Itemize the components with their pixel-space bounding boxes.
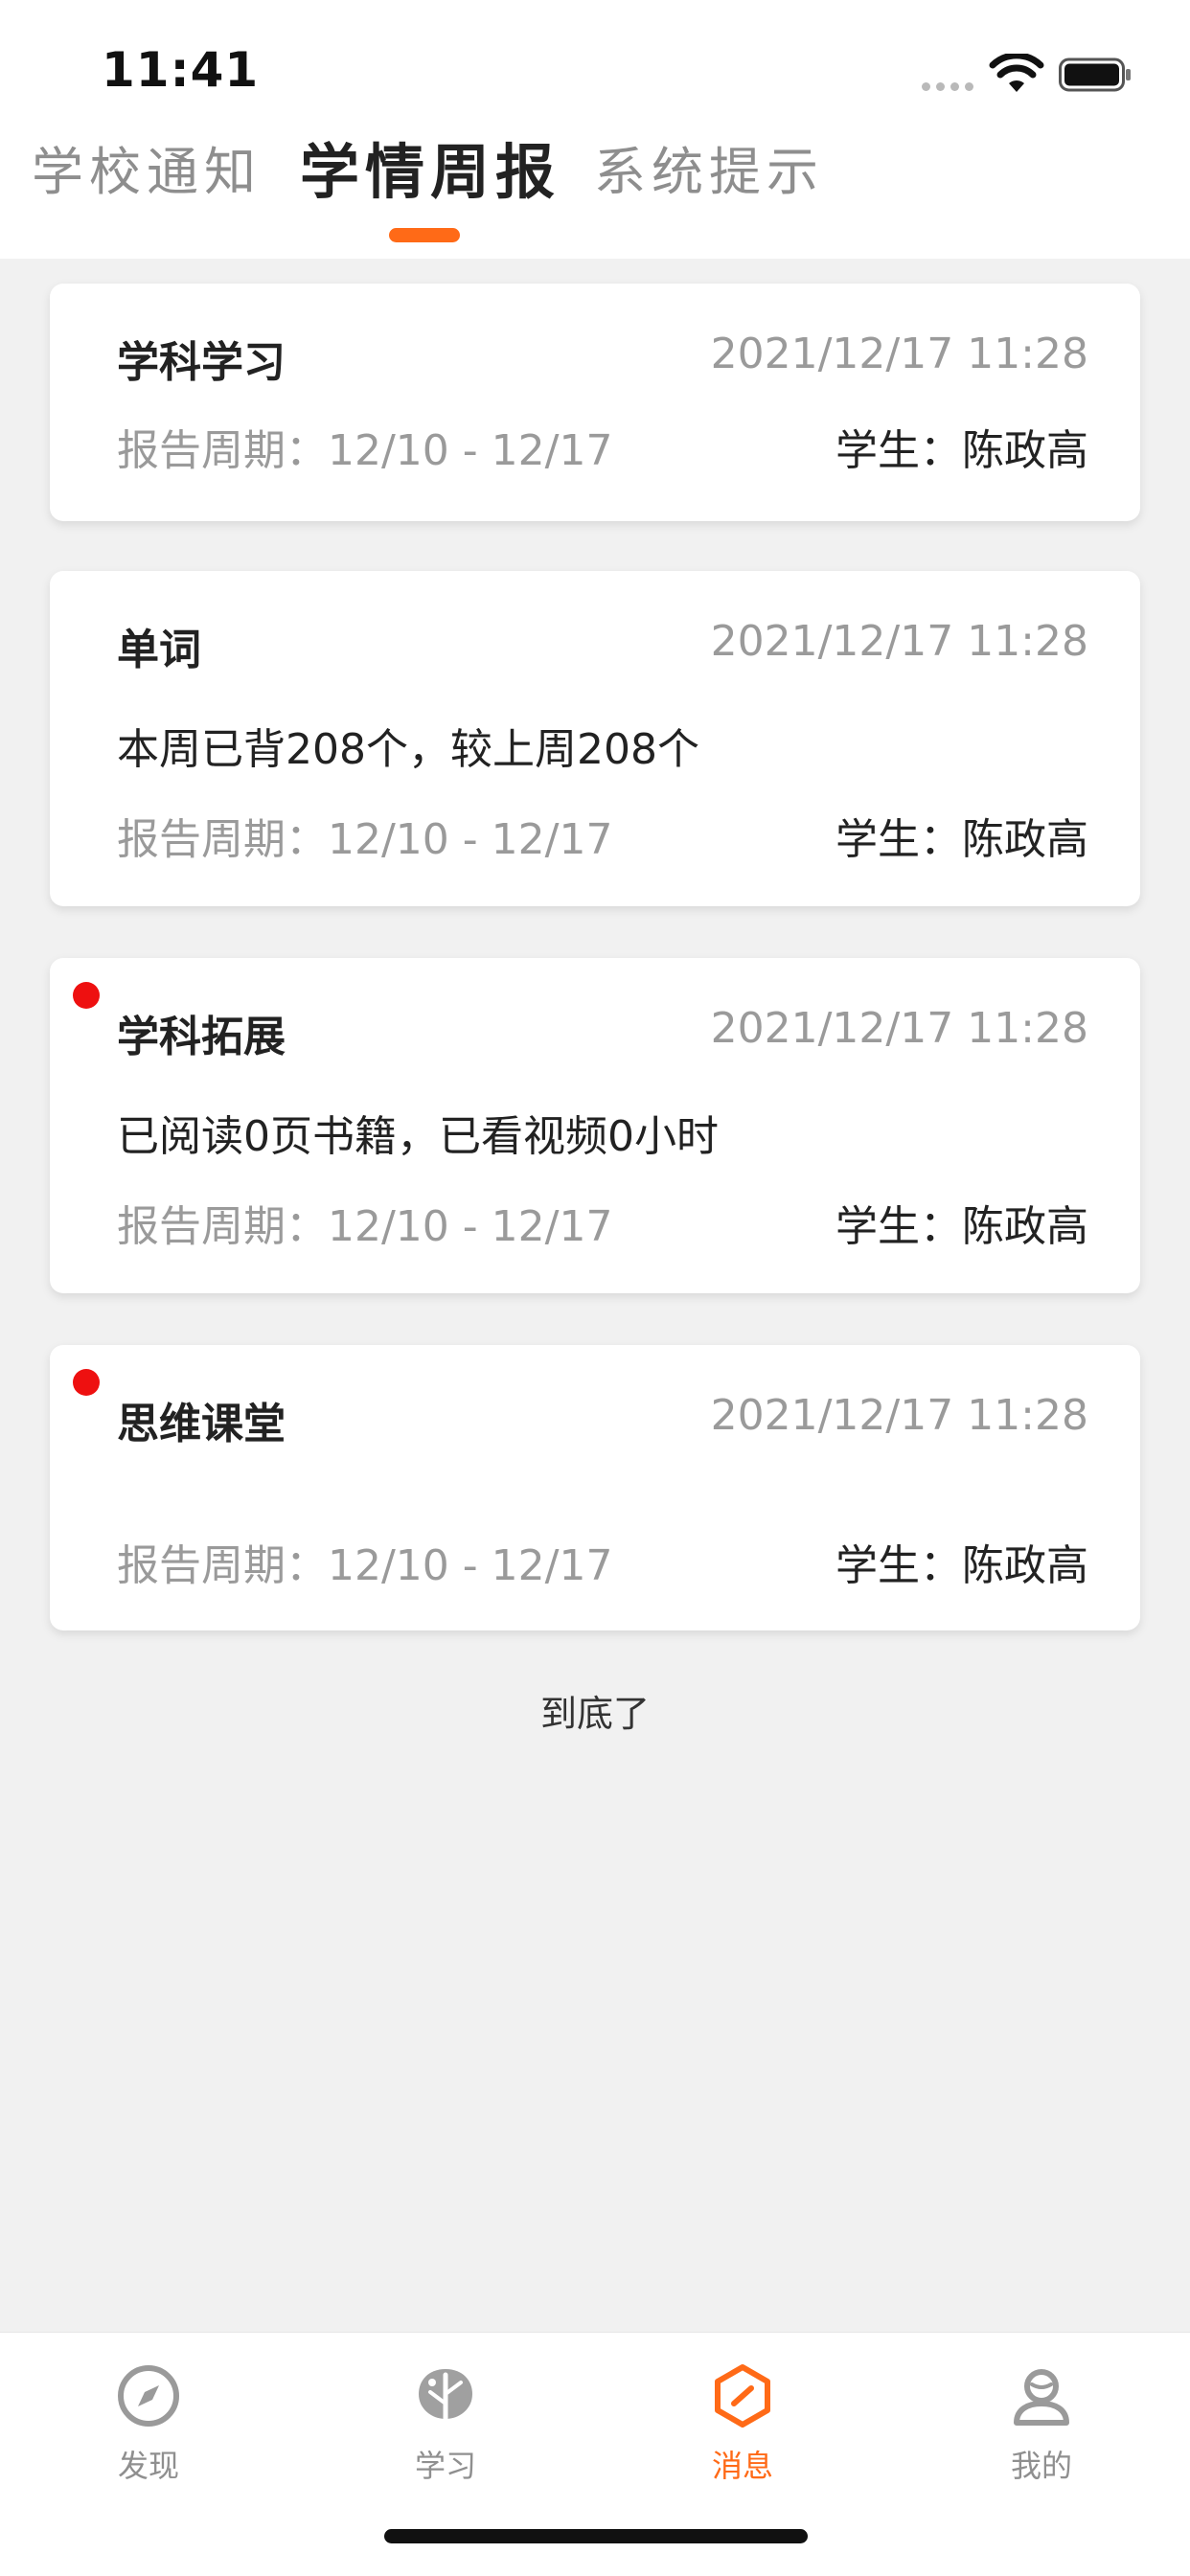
battery-icon [1059,57,1131,92]
active-tab-indicator [389,228,460,242]
unread-dot [73,1369,100,1396]
card-student: 学生：陈政高 [835,1541,1088,1590]
card-title: 单词 [117,626,201,674]
message-icon [715,2364,770,2428]
card-period: 报告周期：12/10 - 12/17 [117,1202,613,1251]
signal-icon [922,82,973,91]
report-card[interactable]: 思维课堂 2021/12/17 11:28 报告周期：12/10 - 12/17… [50,1345,1140,1630]
top-header: 11:41 学校通知 学情周报 系统提示 [0,0,1190,259]
report-card[interactable]: 学科学习 2021/12/17 11:28 报告周期：12/10 - 12/17… [50,284,1140,521]
card-time: 2021/12/17 11:28 [710,1391,1088,1440]
end-of-list-text: 到底了 [539,1693,650,1735]
report-card[interactable]: 学科拓展 2021/12/17 11:28 已阅读0页书籍，已看视频0小时 报告… [50,958,1140,1293]
card-period: 报告周期：12/10 - 12/17 [117,426,613,475]
user-icon [1014,2369,1069,2426]
tab-school-notice[interactable]: 学校通知 [32,134,262,211]
card-description: 本周已背208个，较上周208个 [117,725,699,774]
nav-label: 发现 [117,2448,179,2484]
nav-label: 我的 [1010,2448,1072,2484]
card-title: 思维课堂 [117,1400,286,1448]
card-time: 2021/12/17 11:28 [710,1004,1088,1053]
nav-discover[interactable]: 发现 [53,2361,244,2496]
report-card[interactable]: 单词 2021/12/17 11:28 本周已背208个，较上周208个 报告周… [50,571,1140,906]
tab-system-tips[interactable]: 系统提示 [594,134,824,211]
nav-messages[interactable]: 消息 [647,2361,838,2496]
nav-label: 消息 [711,2448,773,2484]
card-student: 学生：陈政高 [835,1202,1088,1251]
compass-icon [118,2365,179,2427]
unread-dot [73,982,100,1009]
home-indicator [384,2529,808,2543]
tab-weekly-report[interactable]: 学情周报 [300,134,561,211]
card-student: 学生：陈政高 [835,815,1088,864]
card-title: 学科拓展 [117,1013,286,1061]
nav-profile[interactable]: 我的 [946,2361,1137,2496]
card-period: 报告周期：12/10 - 12/17 [117,1541,613,1590]
card-time: 2021/12/17 11:28 [710,617,1088,666]
card-title: 学科学习 [117,338,286,387]
card-period: 报告周期：12/10 - 12/17 [117,815,613,864]
card-student: 学生：陈政高 [835,426,1088,475]
nav-study[interactable]: 学习 [350,2361,541,2496]
wifi-icon [989,54,1044,92]
status-time: 11:41 [102,42,260,98]
card-description: 已阅读0页书籍，已看视频0小时 [117,1112,719,1161]
leaf-icon [419,2369,472,2428]
nav-label: 学习 [414,2448,476,2484]
tab-bar: 学校通知 学情周报 系统提示 [0,134,1190,220]
card-time: 2021/12/17 11:28 [710,330,1088,378]
